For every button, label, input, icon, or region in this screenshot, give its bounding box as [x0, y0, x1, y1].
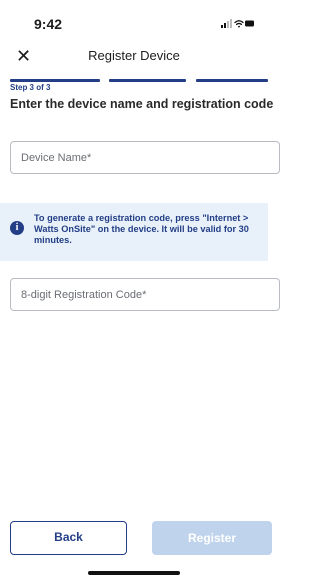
page-title: Register Device — [88, 48, 180, 63]
step-progress-3 — [196, 79, 268, 82]
registration-code-field[interactable] — [10, 278, 280, 311]
step-progress-2 — [109, 79, 186, 82]
wifi-icon — [234, 20, 244, 28]
register-button[interactable]: Register — [152, 521, 272, 555]
cellular-signal-icon — [221, 19, 232, 28]
registration-code-input[interactable] — [21, 279, 261, 310]
info-banner: i To generate a registration code, press… — [0, 203, 268, 261]
status-time: 9:42 — [34, 16, 63, 32]
device-name-input[interactable] — [21, 142, 261, 173]
step-progress-1 — [10, 79, 100, 82]
status-icons — [221, 19, 255, 29]
info-text: To generate a registration code, press "… — [34, 213, 249, 245]
device-name-field[interactable] — [10, 141, 280, 174]
section-heading: Enter the device name and registration c… — [10, 97, 274, 111]
step-label: Step 3 of 3 — [10, 83, 51, 92]
info-icon: i — [10, 221, 24, 235]
battery-icon — [245, 20, 254, 27]
status-bar: 9:42 — [0, 0, 268, 44]
nav-bar: ✕ Register Device — [0, 44, 268, 72]
home-indicator — [88, 571, 180, 575]
back-button[interactable]: Back — [10, 521, 127, 555]
